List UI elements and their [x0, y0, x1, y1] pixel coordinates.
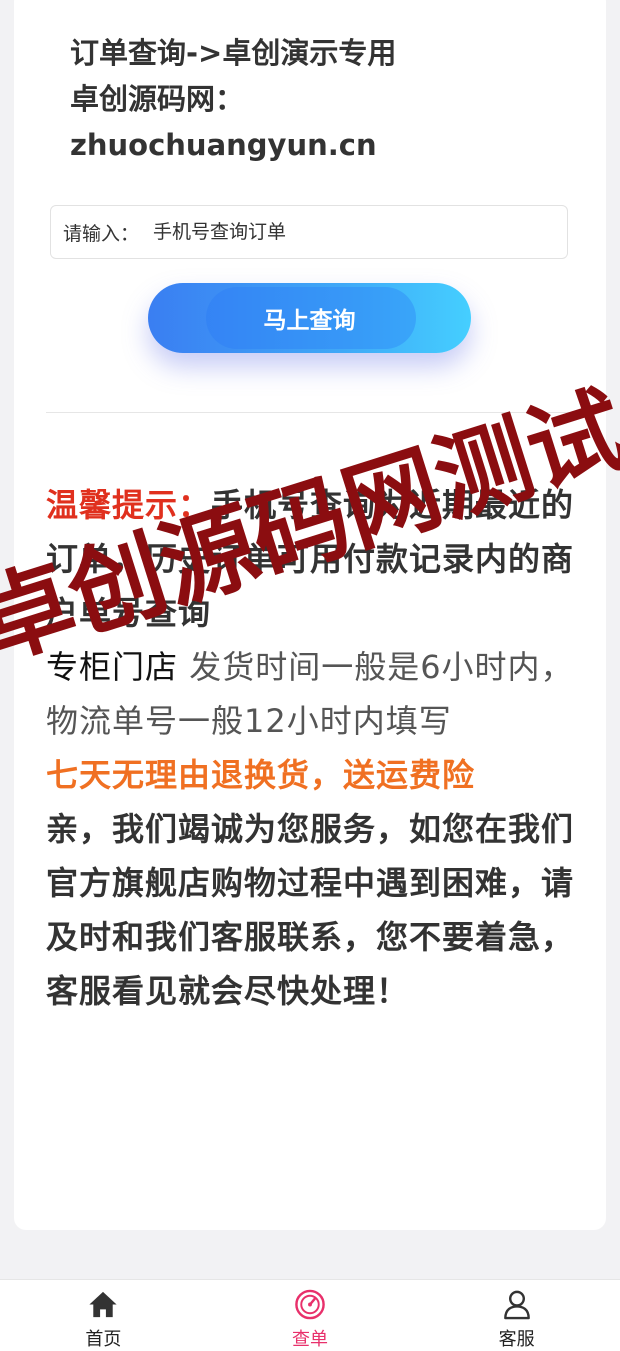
store-paragraph: 专柜门店 发货时间一般是6小时内，物流单号一般12小时内填写 — [46, 640, 578, 748]
notice-section: 温馨提示：手机号查询为近期最近的订单，历史订单可用付款记录内的商户单号查询 专柜… — [46, 478, 578, 1018]
warm-tip-label: 温馨提示： — [46, 486, 212, 524]
tab-customer-service-label: 客服 — [498, 1329, 535, 1350]
query-button[interactable]: 马上查询 — [148, 283, 471, 353]
tab-customer-service[interactable]: 客服 — [457, 1280, 577, 1351]
order-search-icon — [295, 1289, 325, 1320]
title-line-1: 订单查询->卓创演示专用 — [70, 36, 397, 70]
return-policy-text: 七天无理由退换货，送运费险 — [46, 756, 476, 794]
title-line-2: 卓创源码网： — [70, 82, 245, 116]
search-box[interactable]: 请输入： — [50, 205, 568, 259]
warm-tip-paragraph: 温馨提示：手机号查询为近期最近的订单，历史订单可用付款记录内的商户单号查询 — [46, 478, 578, 640]
user-icon — [503, 1290, 530, 1320]
search-prefix-label: 请输入： — [63, 222, 140, 245]
tab-order-query-label: 查单 — [291, 1329, 328, 1350]
tab-home[interactable]: 首页 — [43, 1280, 163, 1351]
query-button-label: 马上查询 — [263, 308, 356, 334]
tab-home-label: 首页 — [85, 1329, 122, 1350]
store-label: 专柜门店 — [46, 648, 179, 686]
tab-order-query[interactable]: 查单 — [250, 1280, 370, 1351]
title-line-3: zhuochuangyun.cn — [70, 128, 377, 162]
page-title: 订单查询->卓创演示专用 卓创源码网： zhuochuangyun.cn — [70, 30, 590, 168]
divider — [46, 412, 572, 413]
service-text: 亲，我们竭诚为您服务，如您在我们官方旗舰店购物过程中遇到困难，请及时和我们客服联… — [46, 810, 575, 1010]
phone-search-input[interactable] — [153, 221, 514, 243]
bottom-tab-bar: 首页 查单 客服 — [0, 1279, 620, 1351]
home-icon — [89, 1291, 117, 1318]
